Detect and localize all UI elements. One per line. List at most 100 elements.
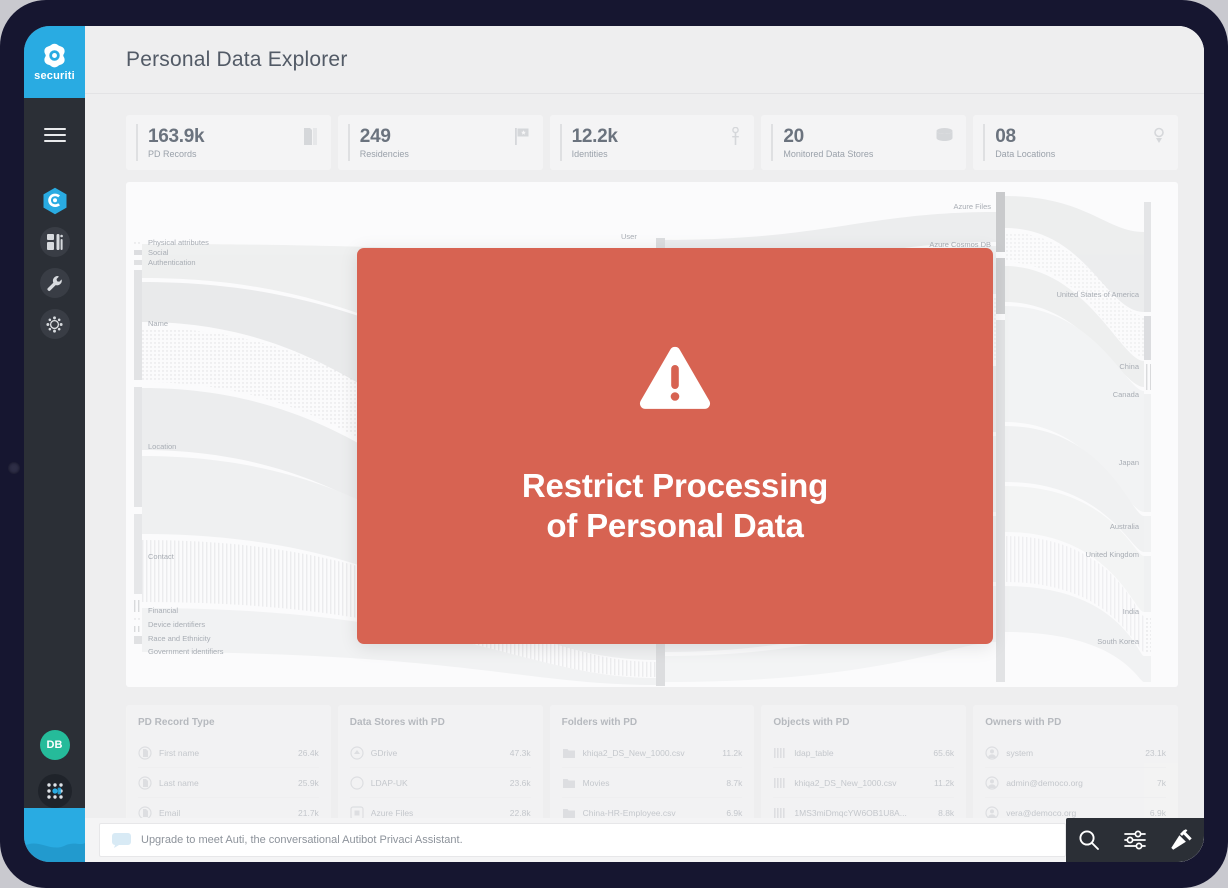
row-value: 23.1k — [1145, 747, 1166, 758]
table-header: Data Stores with PD — [349, 717, 445, 728]
stat-card-pd-records[interactable]: 163.9k PD Records — [126, 115, 331, 170]
modal-title: Restrict Processing of Personal Data — [521, 466, 829, 544]
sidebar-footer: DB — [24, 730, 85, 808]
row-value: 8.8k — [938, 807, 955, 818]
bottom-action-bar — [1066, 818, 1204, 862]
accent-bar — [136, 124, 138, 161]
flag-icon — [514, 128, 529, 145]
table-row[interactable]: Movies 8.7k — [561, 768, 743, 798]
row-value: 23.6k — [509, 777, 531, 788]
stat-value: 08 — [995, 126, 1016, 147]
stat-value: 20 — [783, 126, 804, 147]
avatar[interactable]: DB — [39, 730, 70, 760]
hammer-icon[interactable] — [1170, 829, 1193, 851]
table-header: Owners with PD — [985, 717, 1062, 728]
table-row[interactable]: First name 26.4k — [138, 738, 319, 768]
owner-icon — [985, 745, 999, 760]
row-value: 6.9k — [1149, 807, 1166, 818]
securiti-logo-icon — [44, 43, 65, 68]
row-name: Movies — [582, 777, 610, 788]
accent-bar — [983, 124, 986, 161]
accent-bar — [347, 124, 350, 161]
database-icon — [936, 128, 953, 141]
sidebar-item-privaci-hub[interactable] — [40, 186, 70, 216]
table-header: Folders with PD — [561, 717, 638, 728]
stat-card-monitored-data-stores[interactable]: 20 Monitored Data Stores — [761, 115, 967, 170]
page-title: Personal Data Explorer — [126, 47, 348, 71]
tablet-screen: securiti DB Personal Data Explorer 163.9… — [24, 26, 1204, 862]
folder-icon — [562, 778, 575, 788]
brand-name: securiti — [34, 70, 75, 82]
datastore-icon — [350, 745, 364, 760]
row-name: vera@democo.org — [1006, 807, 1077, 818]
row-name: GDrive — [370, 747, 398, 758]
row-name: ldap_table — [794, 747, 834, 758]
restrict-processing-modal[interactable]: Restrict Processing of Personal Data — [357, 248, 993, 644]
table-header: Objects with PD — [773, 717, 850, 728]
stat-label: Monitored Data Stores — [783, 149, 874, 159]
stat-card-data-locations[interactable]: 08 Data Locations — [973, 115, 1178, 170]
assistant-placeholder: Upgrade to meet Auti, the conversational… — [141, 834, 463, 846]
stat-value: 12.2k — [571, 126, 618, 147]
record-icon — [138, 775, 152, 790]
brand-logo[interactable]: securiti — [24, 26, 85, 98]
owner-icon — [985, 775, 999, 790]
table-header: PD Record Type — [138, 717, 215, 728]
chat-bubble-icon — [112, 832, 131, 848]
accent-bar — [559, 124, 562, 161]
identity-icon — [732, 127, 740, 145]
row-name: 1MS3miDmqcYW6OB1U8A... — [794, 807, 907, 818]
row-name: Email — [159, 807, 181, 818]
table-row[interactable]: system 23.1k — [985, 738, 1166, 768]
sidebar-item-tools[interactable] — [39, 268, 70, 298]
row-value: 25.9k — [298, 777, 319, 788]
bottom-bar: Upgrade to meet Auti, the conversational… — [85, 818, 1204, 862]
search-icon[interactable] — [1078, 829, 1100, 851]
row-name: LDAP-UK — [370, 777, 408, 788]
row-name: system — [1006, 747, 1034, 758]
record-icon — [138, 745, 152, 760]
object-icon — [774, 747, 785, 758]
row-value: 65.6k — [933, 747, 955, 758]
row-value: 11.2k — [934, 777, 955, 788]
table-row[interactable]: GDrive 47.3k — [349, 738, 531, 768]
row-name: khiqa2_DS_New_1000.csv — [582, 747, 685, 758]
stat-label: Data Locations — [995, 149, 1056, 159]
gear-icon — [46, 315, 63, 333]
folder-icon — [562, 748, 575, 758]
stat-label: Identities — [571, 149, 608, 159]
dashboard-grid-icon — [46, 234, 63, 250]
table-row[interactable]: khiqa2_DS_New_1000.csv 11.2k — [773, 768, 955, 798]
row-value: 7k — [1157, 777, 1166, 788]
table-row[interactable]: khiqa2_DS_New_1000.csv 11.2k — [561, 738, 743, 768]
hamburger-icon[interactable] — [43, 128, 66, 142]
object-icon — [774, 777, 785, 788]
datastore-icon — [350, 775, 364, 790]
apps-dots-icon — [46, 783, 63, 799]
row-name: khiqa2_DS_New_1000.csv — [794, 777, 897, 788]
stat-card-identities[interactable]: 12.2k Identities — [549, 115, 755, 170]
row-value: 47.3k — [509, 747, 531, 758]
table-row[interactable]: ldap_table 65.6k — [773, 738, 955, 768]
apps-grid-icon[interactable] — [37, 774, 72, 808]
sidebar-item-dashboard[interactable] — [39, 227, 70, 257]
table-row[interactable]: LDAP-UK 23.6k — [349, 768, 531, 798]
table-row[interactable]: admin@democo.org 7k — [985, 768, 1166, 798]
row-value: 11.2k — [722, 747, 743, 758]
row-value: 26.4k — [298, 747, 319, 758]
row-name: China-HR-Employee.csv — [582, 807, 676, 818]
pd-records-icon — [303, 128, 317, 145]
assistant-input[interactable]: Upgrade to meet Auti, the conversational… — [99, 823, 1066, 857]
row-name: First name — [159, 747, 200, 758]
sliders-icon[interactable] — [1123, 829, 1147, 851]
row-value: 22.8k — [509, 807, 531, 818]
stat-card-residencies[interactable]: 249 Residencies — [337, 115, 543, 170]
accent-bar — [771, 124, 774, 161]
tablet-frame: securiti DB Personal Data Explorer 163.9… — [0, 0, 1228, 888]
main-content: Personal Data Explorer 163.9k PD Records — [85, 26, 1204, 862]
sidebar-nav — [24, 186, 85, 339]
row-value: 6.9k — [726, 807, 743, 818]
table-row[interactable]: Last name 25.9k — [138, 768, 319, 798]
warning-triangle-icon — [639, 346, 711, 409]
sidebar-item-settings[interactable] — [39, 309, 70, 339]
